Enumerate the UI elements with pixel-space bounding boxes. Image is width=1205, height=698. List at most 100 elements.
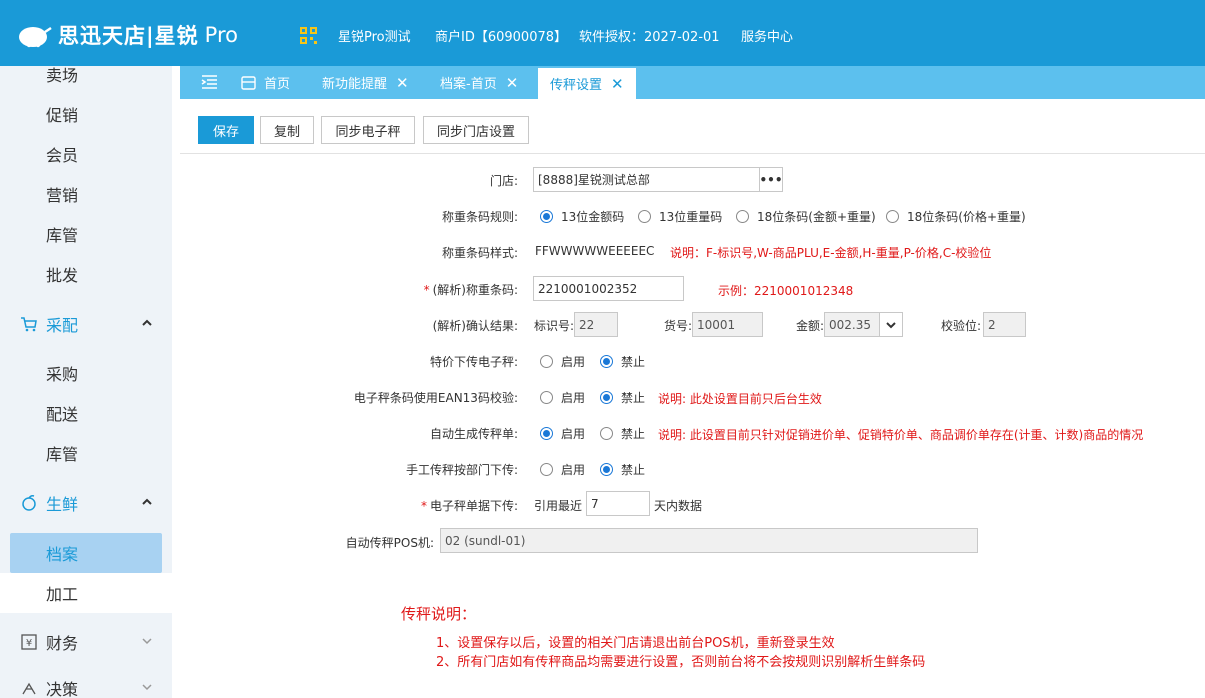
style-value: FFWWWWWEEEEEC [535,244,655,258]
sidebar-item-archive[interactable]: 档案 [10,533,162,573]
tab-home[interactable]: 首页 [241,66,290,99]
home-icon [241,75,256,90]
radio-icon [638,210,651,223]
sidebar-item-wholesale[interactable]: 批发 [0,254,172,294]
service-center-link[interactable]: 服务中心 [741,26,793,45]
id-value: 22 [579,317,595,332]
auto-note: 说明: 此设置目前只针对促销进价单、促销特价单、商品调价单存在(计重、计数)商品… [658,428,1144,442]
ean-enable-radio[interactable]: 启用 [540,389,585,406]
rule-option-13-weight[interactable]: 13位重量码 [638,208,722,225]
chevron-up-icon [142,319,152,326]
copy-button[interactable]: 复制 [260,116,314,144]
sidebar-item-label: 营销 [46,186,79,205]
download-suffix: 天内数据 [654,499,703,513]
sync-store-button[interactable]: 同步门店设置 [423,116,529,144]
manual-enable-radio[interactable]: 启用 [540,461,585,478]
qr-code-icon[interactable] [300,27,317,44]
sidebar: 卖场 促销 会员 营销 库管 批发 采配 采购 配送 库管 生鲜 档案 加工 ¥… [0,66,172,698]
sidebar-group-decision[interactable]: 决策 [0,668,172,698]
sidebar-item-processing[interactable]: 加工 [0,573,172,613]
store-field[interactable]: [8888]星锐测试总部 [533,167,760,192]
download-label: * 电子秤单据下传: [420,499,518,513]
option-label: 禁止 [621,355,646,369]
option-label: 启用 [561,427,586,441]
chevron-down-icon [142,684,152,691]
parse-barcode-input[interactable]: 2210001002352 [533,276,684,301]
download-days-input[interactable]: 7 [586,491,650,516]
sidebar-item-label: 档案 [46,545,79,564]
sidebar-item-label: 加工 [46,585,79,604]
sidebar-item-member[interactable]: 会员 [0,134,172,174]
sidebar-group-finance[interactable]: ¥ 财务 [0,622,172,662]
rule-option-13-amount[interactable]: 13位金额码 [540,208,624,225]
id-field: 22 [574,312,618,337]
chevron-down-icon [886,321,896,328]
shopping-cup-icon [19,26,52,48]
brand-name: 思迅天店|星锐 [58,24,199,48]
license-expiry: 软件授权：2027-02-01 [579,30,720,45]
sync-scale-button[interactable]: 同步电子秤 [321,116,415,144]
close-icon[interactable]: ✕ [506,74,519,92]
sidebar-item-inventory[interactable]: 库管 [0,214,172,254]
sidebar-item-purchasing[interactable]: 采购 [0,353,172,393]
finance-icon: ¥ [21,634,37,650]
sidebar-item-marketing[interactable]: 营销 [0,174,172,214]
option-label: 启用 [561,463,586,477]
style-label: 称重条码样式: [441,246,518,260]
save-button[interactable]: 保存 [198,116,254,144]
download-label-text: 电子秤单据下传: [429,499,518,513]
chevron-up-icon [142,498,152,505]
explain-title: 传秤说明： [401,605,477,623]
tab-archive-home[interactable]: 档案-首页 ✕ [440,66,518,99]
rule-option-18-amount-weight[interactable]: 18位条码(金额+重量) [736,208,876,225]
parse-example: 示例：2210001012348 [718,284,854,298]
check-value: 2 [988,317,996,332]
sidebar-group-fresh[interactable]: 生鲜 [0,483,172,523]
sidebar-item-label: 会员 [46,146,79,165]
amount-value: 002.35 [829,317,871,332]
amount-dropdown[interactable] [879,312,903,337]
tab-label: 首页 [264,77,291,92]
ean-label: 电子秤条码使用EAN13码校验: [353,391,518,405]
option-label: 13位重量码 [659,210,723,224]
explain-line-2: 2、所有门店如有传秤商品均需要进行设置，否则前台将不会按规则识别解析生鲜条码 [436,655,926,670]
option-label: 启用 [561,355,586,369]
auto-label: 自动生成传秤单: [429,427,518,441]
parse-barcode-value: 2210001002352 [538,281,638,296]
ean-disable-radio[interactable]: 禁止 [600,389,645,406]
shop-name[interactable]: 星锐Pro测试 [338,26,411,45]
store-label: 门店: [489,174,518,188]
tab-scale-settings[interactable]: 传秤设置 ✕ [538,68,636,99]
sidebar-item-promotion[interactable]: 促销 [0,94,172,134]
close-icon[interactable]: ✕ [611,75,624,93]
collapse-menu-icon[interactable] [201,75,218,90]
special-disable-radio[interactable]: 禁止 [600,353,645,370]
sidebar-item-label: 配送 [46,405,79,424]
pos-value: 02 (sundl-01) [445,533,526,548]
tab-new-features[interactable]: 新功能提醒 ✕ [322,66,409,99]
parse-label-text: (解析)称重条码: [432,283,518,297]
sidebar-item-label: 卖场 [46,66,79,85]
parse-label: * (解析)称重条码: [423,283,518,297]
brand-suffix: Pro [204,23,238,47]
chevron-down-icon [142,638,152,645]
check-label: 校验位: [941,319,982,333]
rule-option-18-price-weight[interactable]: 18位条码(价格+重量) [886,208,1026,225]
sidebar-item-label: 批发 [46,266,79,285]
sidebar-item-store[interactable]: 卖场 [0,66,172,94]
sidebar-item-label: 库管 [46,226,79,245]
close-icon[interactable]: ✕ [396,74,409,92]
option-label: 启用 [561,391,586,405]
option-label: 禁止 [621,463,646,477]
sidebar-item-distribution[interactable]: 配送 [0,393,172,433]
special-enable-radio[interactable]: 启用 [540,353,585,370]
sidebar-item-stock[interactable]: 库管 [0,433,172,473]
manual-disable-radio[interactable]: 禁止 [600,461,645,478]
auto-disable-radio[interactable]: 禁止 [600,425,645,442]
store-select-button[interactable]: ••• [759,167,783,192]
auto-enable-radio[interactable]: 启用 [540,425,585,442]
pos-label: 自动传秤POS机: [345,536,434,550]
pos-field[interactable]: 02 (sundl-01) [440,528,978,553]
sidebar-group-purchase[interactable]: 采配 [0,304,172,344]
radio-icon [540,427,553,440]
